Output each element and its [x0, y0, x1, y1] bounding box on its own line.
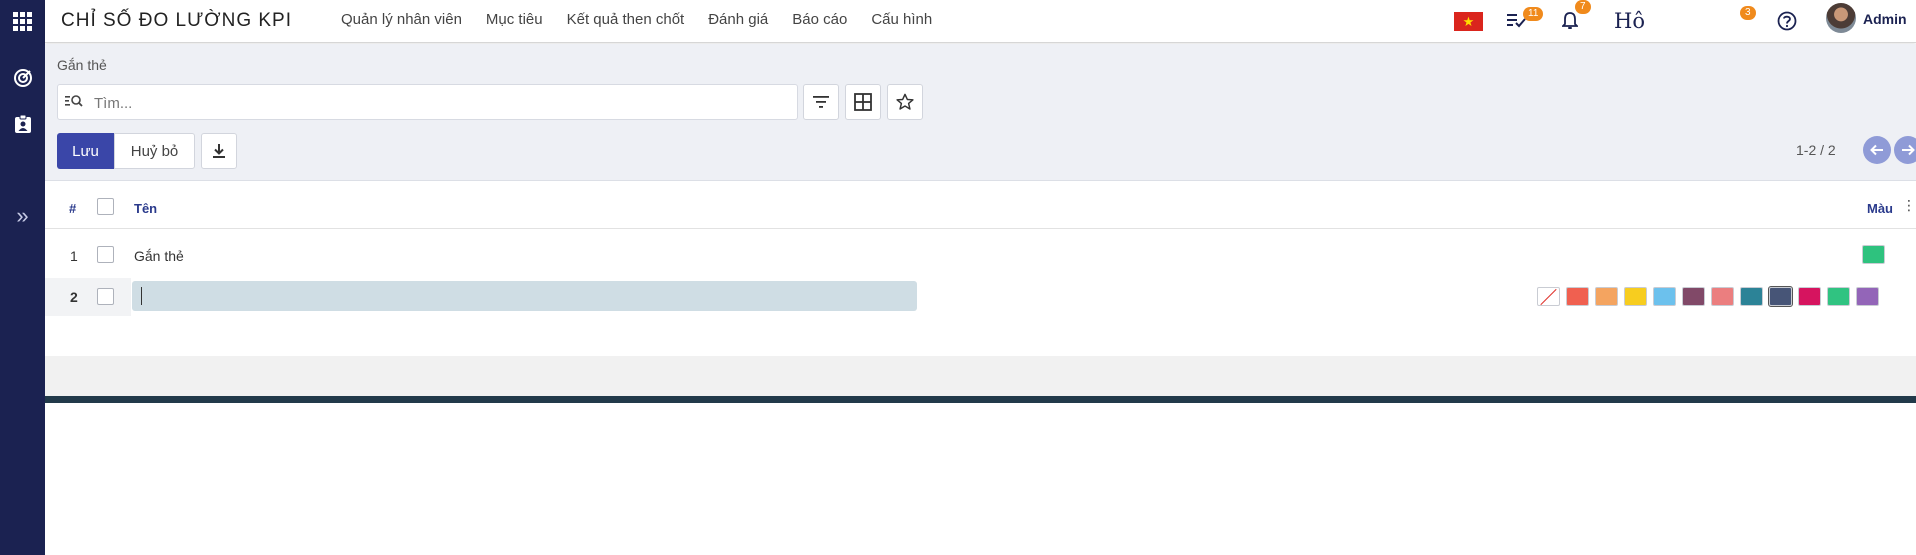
target-icon[interactable]	[0, 58, 45, 98]
table-row[interactable]: 1 Gắn thẻ	[45, 237, 1916, 275]
vietnam-flag-icon[interactable]: ★	[1454, 12, 1483, 31]
menu-item-reports[interactable]: Báo cáo	[792, 11, 847, 28]
menu-item-configuration[interactable]: Cấu hình	[871, 11, 932, 28]
expand-sidebar-icon[interactable]: »	[0, 196, 45, 236]
text-caret	[141, 287, 142, 305]
notifications-count-badge: 7	[1575, 0, 1591, 14]
color-palette	[1537, 286, 1885, 307]
main-menu: Quản lý nhân viên Mục tiêu Kết quả then …	[341, 11, 956, 28]
column-header-color[interactable]: Màu	[1867, 201, 1893, 216]
search-icon	[65, 93, 83, 114]
empty-area	[45, 403, 1916, 555]
pager-previous-button[interactable]	[1863, 136, 1891, 164]
menu-item-evaluation[interactable]: Đánh giá	[708, 11, 768, 28]
cancel-button[interactable]: Huỷ bỏ	[114, 133, 195, 169]
download-icon	[213, 144, 225, 158]
color-option[interactable]	[1827, 287, 1850, 306]
color-option[interactable]	[1595, 287, 1618, 306]
row-index: 2	[70, 289, 78, 305]
control-panel: Gắn thẻ Lưu Huỷ bỏ 1-2 / 2	[45, 44, 1916, 181]
filter-button[interactable]	[803, 84, 839, 120]
activities-count-badge: 11	[1523, 7, 1544, 21]
arrow-left-icon	[1870, 144, 1883, 156]
grid-icon	[854, 93, 872, 111]
extra-count-badge: 3	[1740, 6, 1756, 20]
tag-list: # Tên Màu ⋮ 1 Gắn thẻ 2	[45, 182, 1916, 356]
app-title: CHỈ SỐ ĐO LƯỜNG KPI	[61, 10, 292, 31]
color-option[interactable]	[1768, 286, 1793, 307]
save-button[interactable]: Lưu	[57, 133, 114, 169]
row-color-swatch[interactable]	[1862, 245, 1885, 264]
color-option[interactable]	[1856, 287, 1879, 306]
color-option[interactable]	[1682, 287, 1705, 306]
arrow-right-icon	[1902, 144, 1915, 156]
tag-name-input[interactable]	[132, 281, 917, 311]
user-name[interactable]: Admin	[1863, 11, 1907, 27]
download-button[interactable]	[201, 133, 237, 169]
filter-icon	[813, 96, 829, 108]
favorites-button[interactable]	[887, 84, 923, 120]
column-header-name[interactable]: Tên	[134, 201, 157, 216]
select-all-checkbox[interactable]	[97, 198, 114, 215]
help-icon[interactable]	[1774, 8, 1800, 34]
left-sidebar: »	[0, 0, 45, 555]
footer-bar	[45, 396, 1916, 403]
row-checkbox[interactable]	[97, 246, 114, 263]
flag-star: ★	[1462, 14, 1475, 29]
search-bar[interactable]	[57, 84, 798, 120]
clipboard-user-icon[interactable]	[0, 104, 45, 144]
row-checkbox[interactable]	[97, 288, 114, 305]
color-option[interactable]	[1653, 287, 1676, 306]
ho-text: Hô	[1614, 9, 1645, 33]
color-option[interactable]	[1798, 287, 1821, 306]
color-option[interactable]	[1740, 287, 1763, 306]
color-option-none[interactable]	[1537, 287, 1560, 306]
list-footer	[45, 356, 1916, 396]
user-avatar[interactable]	[1826, 3, 1856, 33]
pager-next-button[interactable]	[1894, 136, 1916, 164]
row-gutter	[45, 278, 131, 316]
optional-columns-icon[interactable]: ⋮	[1902, 198, 1916, 212]
pager-value[interactable]: 1-2 / 2	[1796, 142, 1836, 158]
top-navbar: CHỈ SỐ ĐO LƯỜNG KPI Quản lý nhân viên Mụ…	[45, 0, 1916, 43]
row-index: 1	[70, 248, 78, 264]
no-color-slash-icon	[1540, 288, 1557, 306]
breadcrumb[interactable]: Gắn thẻ	[57, 57, 107, 73]
star-icon	[896, 93, 914, 110]
table-header: # Tên Màu ⋮	[45, 182, 1916, 229]
group-by-button[interactable]	[845, 84, 881, 120]
color-option[interactable]	[1624, 287, 1647, 306]
menu-item-employees[interactable]: Quản lý nhân viên	[341, 11, 462, 28]
apps-menu-icon[interactable]	[0, 0, 45, 42]
search-input[interactable]	[94, 93, 784, 113]
menu-item-objectives[interactable]: Mục tiêu	[486, 11, 543, 28]
column-header-index: #	[69, 201, 77, 216]
menu-item-key-results[interactable]: Kết quả then chốt	[567, 11, 685, 28]
color-option[interactable]	[1566, 287, 1589, 306]
table-row-editing[interactable]: 2	[45, 278, 1916, 316]
color-option[interactable]	[1711, 287, 1734, 306]
row-name[interactable]: Gắn thẻ	[134, 248, 184, 264]
